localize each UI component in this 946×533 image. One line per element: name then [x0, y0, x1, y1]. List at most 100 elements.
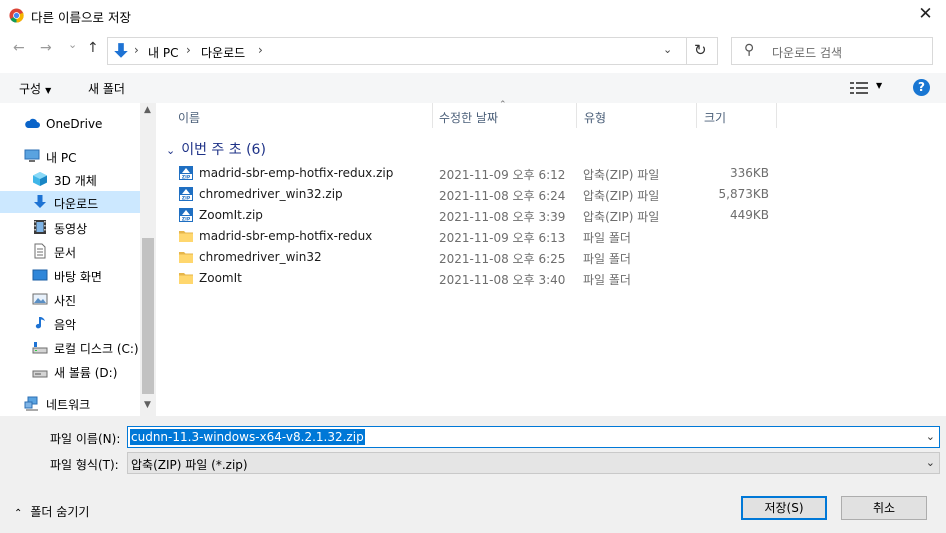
file-type: 파일 폴더: [583, 231, 631, 245]
sidebar-item-documents[interactable]: 문서: [0, 240, 140, 262]
sidebar-item-3d-objects[interactable]: 3D 개체: [0, 168, 140, 190]
sidebar-item-downloads[interactable]: 다운로드: [0, 191, 140, 213]
sidebar-item-new-volume-d[interactable]: 새 볼륨 (D:): [0, 360, 140, 382]
sidebar-item-label: 네트워크: [46, 398, 91, 412]
column-divider[interactable]: [432, 103, 433, 128]
sidebar-item-label: 문서: [54, 246, 77, 260]
column-divider[interactable]: [696, 103, 697, 128]
chevron-down-icon[interactable]: ⌄: [663, 43, 672, 56]
cube-icon: [33, 172, 47, 186]
scroll-down-icon[interactable]: ▼: [144, 400, 151, 410]
file-date: 2021-11-08 오후 6:25: [439, 252, 566, 266]
title-bar: 다른 이름으로 저장 ✕: [0, 0, 946, 31]
filename-field[interactable]: cudnn-11.3-windows-x64-v8.2.1.32.zip ⌄: [127, 426, 940, 448]
refresh-button[interactable]: ↻: [694, 41, 707, 59]
document-icon: [34, 243, 46, 259]
save-panel: 파일 이름(N): cudnn-11.3-windows-x64-v8.2.1.…: [0, 416, 946, 533]
folder-icon: [179, 252, 193, 263]
up-button[interactable]: ↑: [87, 40, 99, 56]
close-icon: ✕: [918, 4, 933, 24]
hide-folders-button[interactable]: ⌃ 폴더 숨기기: [14, 503, 89, 520]
download-icon: [34, 195, 46, 208]
scrollbar-thumb[interactable]: [142, 238, 154, 394]
column-header-type[interactable]: 유형: [584, 109, 606, 126]
column-divider[interactable]: [576, 103, 577, 128]
cloud-icon: [25, 118, 40, 128]
sidebar-item-videos[interactable]: 동영상: [0, 216, 140, 238]
sidebar-item-local-disk-c[interactable]: 로컬 디스크 (C:): [0, 336, 140, 358]
file-date: 2021-11-08 오후 3:40: [439, 273, 566, 287]
sidebar-item-label: OneDrive: [46, 117, 103, 131]
zip-icon: ZIP: [179, 208, 193, 222]
breadcrumb-this-pc[interactable]: 내 PC: [148, 44, 178, 61]
list-item[interactable]: ZIP chromedriver_win32.zip 2021-11-08 오후…: [176, 184, 796, 205]
cancel-button[interactable]: 취소: [841, 496, 927, 520]
sidebar-item-network[interactable]: 네트워크: [0, 392, 140, 414]
filetype-select[interactable]: 압축(ZIP) 파일 (*.zip) ⌄: [127, 452, 940, 474]
file-name: chromedriver_win32.zip: [199, 187, 343, 201]
svg-text:ZIP: ZIP: [182, 195, 191, 201]
sidebar-scrollbar[interactable]: ▲ ▼: [140, 103, 156, 416]
svg-text:ZIP: ZIP: [182, 174, 191, 180]
list-item[interactable]: chromedriver_win32 2021-11-08 오후 6:25 파일…: [176, 247, 796, 268]
file-type: 압축(ZIP) 파일: [583, 168, 660, 182]
file-name: ZoomIt: [199, 271, 242, 285]
sidebar-item-label: 바탕 화면: [54, 270, 102, 284]
drive-icon: [32, 370, 48, 378]
address-bar[interactable]: › 내 PC › 다운로드 › ⌄ ↻: [107, 37, 718, 65]
column-header-size[interactable]: 크기: [704, 109, 726, 126]
organize-button[interactable]: 구성 ▼: [19, 80, 51, 97]
filetype-value: 압축(ZIP) 파일 (*.zip): [131, 458, 248, 472]
scroll-up-icon[interactable]: ▲: [144, 105, 151, 115]
chrome-icon: [9, 8, 24, 23]
file-name: ZoomIt.zip: [199, 208, 263, 222]
close-button[interactable]: ✕: [905, 0, 946, 31]
details-view-icon[interactable]: [850, 82, 868, 94]
file-type: 파일 폴더: [583, 252, 631, 266]
chevron-down-icon: ⌄: [925, 456, 935, 469]
file-size: 336KB: [729, 166, 769, 180]
sidebar-item-label: 음악: [54, 318, 77, 332]
sidebar-item-label: 3D 개체: [54, 174, 97, 188]
list-item[interactable]: madrid-sbr-emp-hotfix-redux 2021-11-09 오…: [176, 226, 796, 247]
back-button[interactable]: ←: [13, 40, 25, 56]
new-folder-button[interactable]: 새 폴더: [88, 80, 125, 97]
group-label: 이번 주 초: [181, 142, 242, 158]
sidebar-item-pictures[interactable]: 사진: [0, 288, 140, 310]
list-item[interactable]: ZoomIt 2021-11-08 오후 3:40 파일 폴더: [176, 268, 796, 289]
save-button[interactable]: 저장(S): [741, 496, 827, 520]
file-date: 2021-11-08 오후 3:39: [439, 210, 566, 224]
file-date: 2021-11-08 오후 6:24: [439, 189, 566, 203]
column-header-date[interactable]: 수정한 날짜: [439, 109, 498, 126]
download-icon: [114, 43, 128, 58]
music-icon: [35, 317, 45, 329]
list-item[interactable]: ZIP ZoomIt.zip 2021-11-08 오후 3:39 압축(ZIP…: [176, 205, 796, 226]
file-name: chromedriver_win32: [199, 250, 322, 264]
zip-icon: ZIP: [179, 166, 193, 180]
list-item[interactable]: ZIP madrid-sbr-emp-hotfix-redux.zip 2021…: [176, 163, 796, 184]
filetype-label: 파일 형식(T):: [50, 458, 119, 472]
search-input[interactable]: ⚲ 다운로드 검색: [731, 37, 933, 65]
file-name: madrid-sbr-emp-hotfix-redux.zip: [199, 166, 394, 180]
recent-locations-button[interactable]: ⌄: [68, 38, 77, 51]
picture-icon: [32, 293, 48, 305]
drive-icon: [32, 342, 48, 354]
sidebar-item-this-pc[interactable]: 내 PC: [0, 145, 140, 167]
breadcrumb-separator[interactable]: ›: [258, 43, 263, 57]
file-name: madrid-sbr-emp-hotfix-redux: [199, 229, 373, 243]
breadcrumb-downloads[interactable]: 다운로드: [201, 44, 245, 61]
sidebar-item-music[interactable]: 음악: [0, 312, 140, 334]
breadcrumb-separator[interactable]: ›: [186, 43, 191, 57]
sidebar-item-label: 다운로드: [54, 197, 99, 211]
breadcrumb-separator: ›: [134, 43, 139, 57]
sidebar-item-desktop[interactable]: 바탕 화면: [0, 264, 140, 286]
column-divider[interactable]: [776, 103, 777, 128]
column-header-name[interactable]: 이름: [178, 109, 200, 126]
help-icon[interactable]: ?: [913, 79, 930, 96]
group-header[interactable]: ⌄ 이번 주 초 (6): [166, 139, 266, 159]
view-options-button[interactable]: ▼: [876, 81, 882, 90]
forward-button[interactable]: →: [40, 40, 52, 56]
chevron-down-icon[interactable]: ⌄: [926, 430, 935, 443]
computer-icon: [24, 149, 40, 162]
sidebar-item-onedrive[interactable]: OneDrive: [0, 113, 140, 135]
